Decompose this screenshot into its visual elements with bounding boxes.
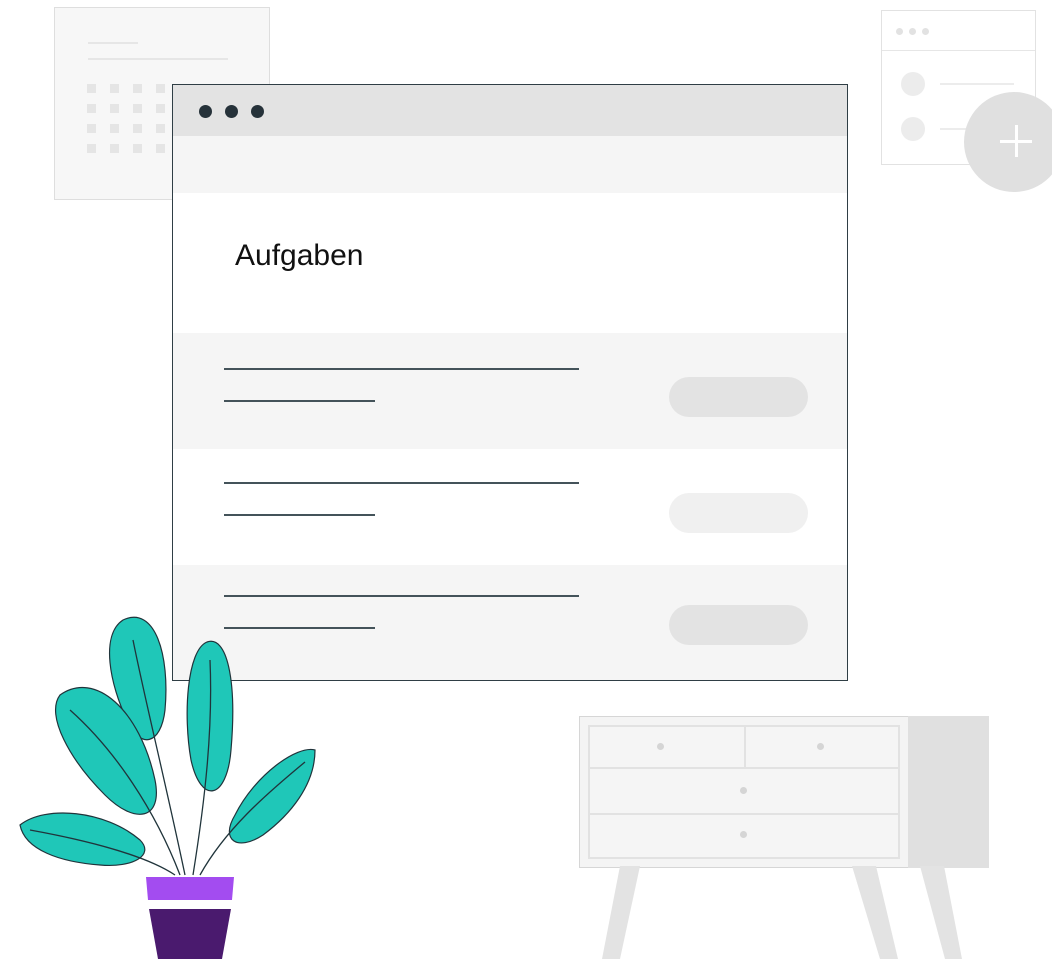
avatar xyxy=(901,72,925,96)
dresser-legs xyxy=(602,866,962,959)
calendar-line xyxy=(88,42,138,44)
task-action-button[interactable] xyxy=(669,493,808,533)
plant-illustration xyxy=(19,616,316,959)
add-button[interactable] xyxy=(964,92,1052,192)
leaf xyxy=(19,812,146,867)
task-title-line xyxy=(224,595,579,597)
calendar-line xyxy=(88,58,228,60)
window-dot-icon xyxy=(896,28,903,35)
window-dot-icon xyxy=(922,28,929,35)
drawer xyxy=(744,725,900,769)
task-row[interactable] xyxy=(173,333,847,449)
dresser xyxy=(579,716,909,868)
task-subtitle-line xyxy=(224,514,375,516)
plant-pot-band xyxy=(148,900,232,909)
page-title: Aufgaben xyxy=(235,239,364,272)
plant-pot xyxy=(149,909,231,959)
dresser-leg xyxy=(852,866,898,959)
window-dot-icon[interactable] xyxy=(225,105,238,118)
plant-pot-rim xyxy=(146,877,234,900)
mini-window-header xyxy=(882,11,1035,51)
task-subtitle-line xyxy=(224,400,375,402)
window-dot-icon xyxy=(909,28,916,35)
drawer-knob xyxy=(740,831,747,838)
main-window: Aufgaben xyxy=(172,84,848,681)
drawer-knob xyxy=(740,787,747,794)
mini-list-line xyxy=(940,83,1014,85)
drawer xyxy=(588,813,900,859)
task-title-line xyxy=(224,368,579,370)
drawer xyxy=(588,725,746,769)
window-titlebar xyxy=(173,85,847,136)
plant-leaves xyxy=(19,616,316,867)
dresser-leg xyxy=(602,866,640,959)
task-action-button[interactable] xyxy=(669,605,808,645)
drawer xyxy=(588,767,900,815)
task-title-line xyxy=(224,482,579,484)
leaf xyxy=(228,748,316,844)
drawer-knob xyxy=(817,743,824,750)
task-action-button[interactable] xyxy=(669,377,808,417)
drawer-knob xyxy=(657,743,664,750)
window-dot-icon[interactable] xyxy=(251,105,264,118)
avatar xyxy=(901,117,925,141)
dresser-side xyxy=(908,716,989,868)
toolbar xyxy=(173,136,847,193)
dresser-leg xyxy=(920,866,962,959)
task-row[interactable] xyxy=(173,449,847,565)
window-dot-icon[interactable] xyxy=(199,105,212,118)
